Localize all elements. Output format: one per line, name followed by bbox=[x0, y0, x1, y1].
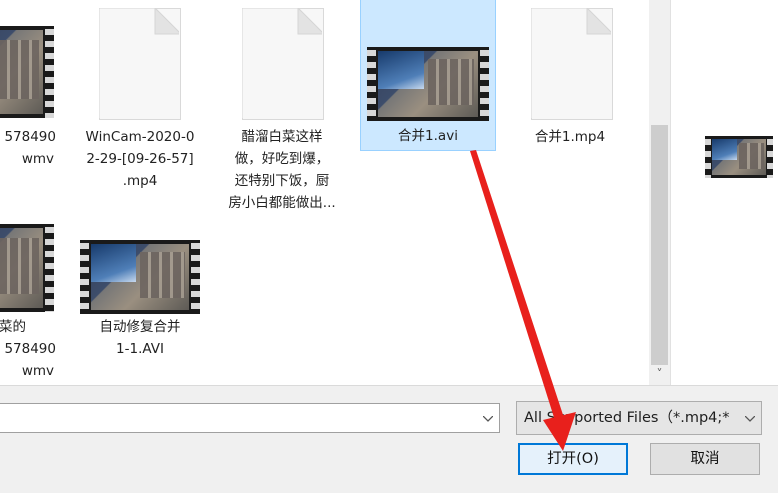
file-label-line: wmv bbox=[21, 151, 54, 167]
scroll-down-arrow-icon[interactable]: ˅ bbox=[649, 364, 670, 385]
chevron-down-icon[interactable] bbox=[477, 404, 499, 432]
preview-pane bbox=[670, 0, 778, 385]
file-label-line: 578490 bbox=[4, 129, 56, 145]
scrollbar-thumb[interactable] bbox=[651, 125, 668, 365]
file-label-line: WinCam-2020-0 bbox=[85, 129, 195, 145]
file-label-line: 2-29-[09-26-57] bbox=[86, 151, 194, 167]
file-item-wincam-mp4[interactable]: WinCam-2020-0 2-29-[09-26-57] .mp4 bbox=[84, 4, 196, 194]
file-item-hebing1-avi[interactable]: 合并1.avi bbox=[360, 0, 496, 151]
video-thumbnail bbox=[0, 224, 54, 312]
file-type-select[interactable]: All Supported Files（*.mp4;* bbox=[516, 401, 762, 435]
document-icon bbox=[242, 8, 324, 120]
chevron-down-icon[interactable] bbox=[739, 402, 761, 434]
file-label-line: 578490 bbox=[4, 341, 56, 357]
file-item-auto-repair-avi[interactable]: 自动修复合并 1-1.AVI bbox=[80, 222, 200, 372]
file-item-hebing1-mp4[interactable]: 合并1.mp4 bbox=[514, 4, 626, 174]
file-label-line: 1-1.AVI bbox=[116, 341, 164, 357]
file-label-line: 菜的 bbox=[0, 319, 26, 335]
document-icon bbox=[99, 8, 181, 120]
video-thumbnail bbox=[367, 47, 489, 121]
file-label-line: .mp4 bbox=[122, 173, 158, 189]
file-label-line: 做，好吃到爆， bbox=[234, 151, 330, 167]
file-label-line: 还特别下饭，厨 bbox=[234, 173, 330, 189]
file-list-area[interactable]: 578490 wmv WinCam-2020-0 2-29-[09-26-57]… bbox=[0, 0, 649, 385]
file-label-line: 醋溜白菜这样 bbox=[241, 129, 323, 145]
file-type-value: All Supported Files（*.mp4;* bbox=[524, 410, 730, 426]
file-item-578490-wmv-2[interactable]: 菜的 578490 wmv bbox=[0, 222, 56, 385]
file-label-line: 房小白都能做出... bbox=[228, 195, 336, 211]
vertical-scrollbar[interactable]: ˅ bbox=[649, 0, 670, 385]
file-label-line: 合并1.avi bbox=[398, 128, 458, 144]
file-name-input[interactable] bbox=[0, 403, 500, 433]
file-label-line: wmv bbox=[21, 363, 54, 379]
preview-video-thumbnail bbox=[705, 136, 773, 178]
video-thumbnail bbox=[80, 240, 200, 314]
file-label-line: 自动修复合并 bbox=[99, 319, 181, 335]
document-icon bbox=[531, 8, 613, 120]
file-item-recipe-video[interactable]: 醋溜白菜这样 做，好吃到爆， 还特别下饭，厨 房小白都能做出... bbox=[226, 4, 338, 214]
file-item-578490-wmv[interactable]: 578490 wmv bbox=[0, 4, 56, 194]
video-thumbnail bbox=[0, 26, 54, 118]
cancel-button[interactable]: 取消 bbox=[650, 443, 760, 475]
file-label-line: 合并1.mp4 bbox=[534, 129, 606, 145]
open-button[interactable]: 打开(O) bbox=[518, 443, 628, 475]
